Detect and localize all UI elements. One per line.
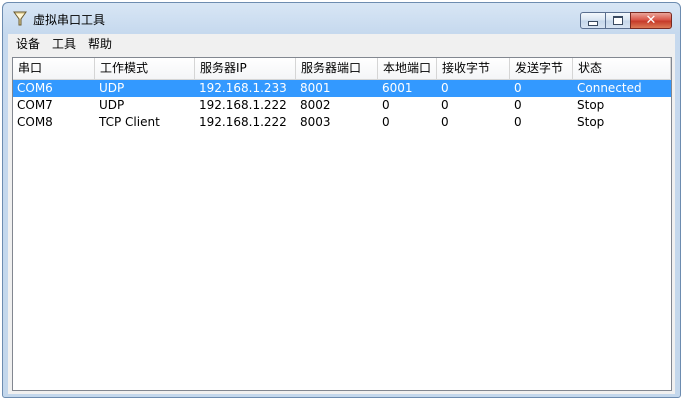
cell-status: Connected — [577, 81, 642, 95]
minimize-button[interactable] — [580, 12, 606, 29]
cell-rx-bytes: 0 — [441, 98, 449, 112]
cell-port: COM7 — [17, 98, 53, 112]
maximize-button[interactable] — [605, 12, 631, 29]
column-header-mode[interactable]: 工作模式 — [95, 58, 195, 79]
port-list[interactable]: 串口 工作模式 服务器IP 服务器端口 本地端口 接收字节 发送字节 状态 CO… — [12, 57, 672, 391]
menu-device[interactable]: 设备 — [8, 35, 46, 53]
cell-status: Stop — [577, 115, 605, 129]
caption-buttons: ✕ — [580, 12, 672, 30]
table-row[interactable]: COM8 TCP Client 192.168.1.222 8003 0 0 0… — [13, 114, 671, 131]
column-header-server-ip[interactable]: 服务器IP — [195, 58, 296, 79]
cell-server-ip: 192.168.1.222 — [199, 115, 287, 129]
cell-server-ip: 192.168.1.233 — [199, 81, 287, 95]
cell-local-port: 0 — [382, 98, 390, 112]
column-header-rx-bytes[interactable]: 接收字节 — [437, 58, 510, 79]
cell-rx-bytes: 0 — [441, 115, 449, 129]
cell-status: Stop — [577, 98, 605, 112]
cell-tx-bytes: 0 — [514, 98, 522, 112]
cell-server-ip: 192.168.1.222 — [199, 98, 287, 112]
menu-bar: 设备 工具 帮助 — [8, 34, 675, 54]
cell-mode: UDP — [99, 81, 125, 95]
column-header-local-port[interactable]: 本地端口 — [378, 58, 437, 79]
app-window: 虚拟串口工具 ✕ 设备 工具 帮助 串口 工作模式 服务器IP 服务器端口 本地… — [2, 2, 681, 398]
list-header: 串口 工作模式 服务器IP 服务器端口 本地端口 接收字节 发送字节 状态 — [13, 58, 671, 80]
cell-tx-bytes: 0 — [514, 115, 522, 129]
maximize-icon — [613, 16, 623, 25]
menu-tools[interactable]: 工具 — [46, 35, 82, 53]
cell-local-port: 0 — [382, 115, 390, 129]
window-title: 虚拟串口工具 — [33, 13, 106, 27]
column-header-server-port[interactable]: 服务器端口 — [296, 58, 378, 79]
close-icon: ✕ — [645, 13, 657, 28]
table-row[interactable]: COM7 UDP 192.168.1.222 8002 0 0 0 Stop — [13, 97, 671, 114]
cell-rx-bytes: 0 — [441, 81, 449, 95]
cell-server-port: 8003 — [300, 115, 331, 129]
title-bar[interactable]: 虚拟串口工具 ✕ — [3, 3, 680, 33]
funnel-icon — [13, 11, 27, 26]
client-area: 串口 工作模式 服务器IP 服务器端口 本地端口 接收字节 发送字节 状态 CO… — [8, 54, 675, 394]
cell-server-port: 8002 — [300, 98, 331, 112]
column-header-status[interactable]: 状态 — [573, 58, 671, 79]
cell-port: COM6 — [17, 81, 53, 95]
table-row[interactable]: COM6 UDP 192.168.1.233 8001 6001 0 0 Con… — [13, 80, 671, 97]
cell-mode: UDP — [99, 98, 125, 112]
column-header-port[interactable]: 串口 — [13, 58, 95, 79]
cell-mode: TCP Client — [99, 115, 160, 129]
column-header-tx-bytes[interactable]: 发送字节 — [510, 58, 573, 79]
cell-tx-bytes: 0 — [514, 81, 522, 95]
close-button[interactable]: ✕ — [630, 12, 672, 29]
cell-local-port: 6001 — [382, 81, 413, 95]
cell-port: COM8 — [17, 115, 53, 129]
minimize-icon — [588, 21, 598, 26]
menu-help[interactable]: 帮助 — [82, 35, 118, 53]
cell-server-port: 8001 — [300, 81, 331, 95]
